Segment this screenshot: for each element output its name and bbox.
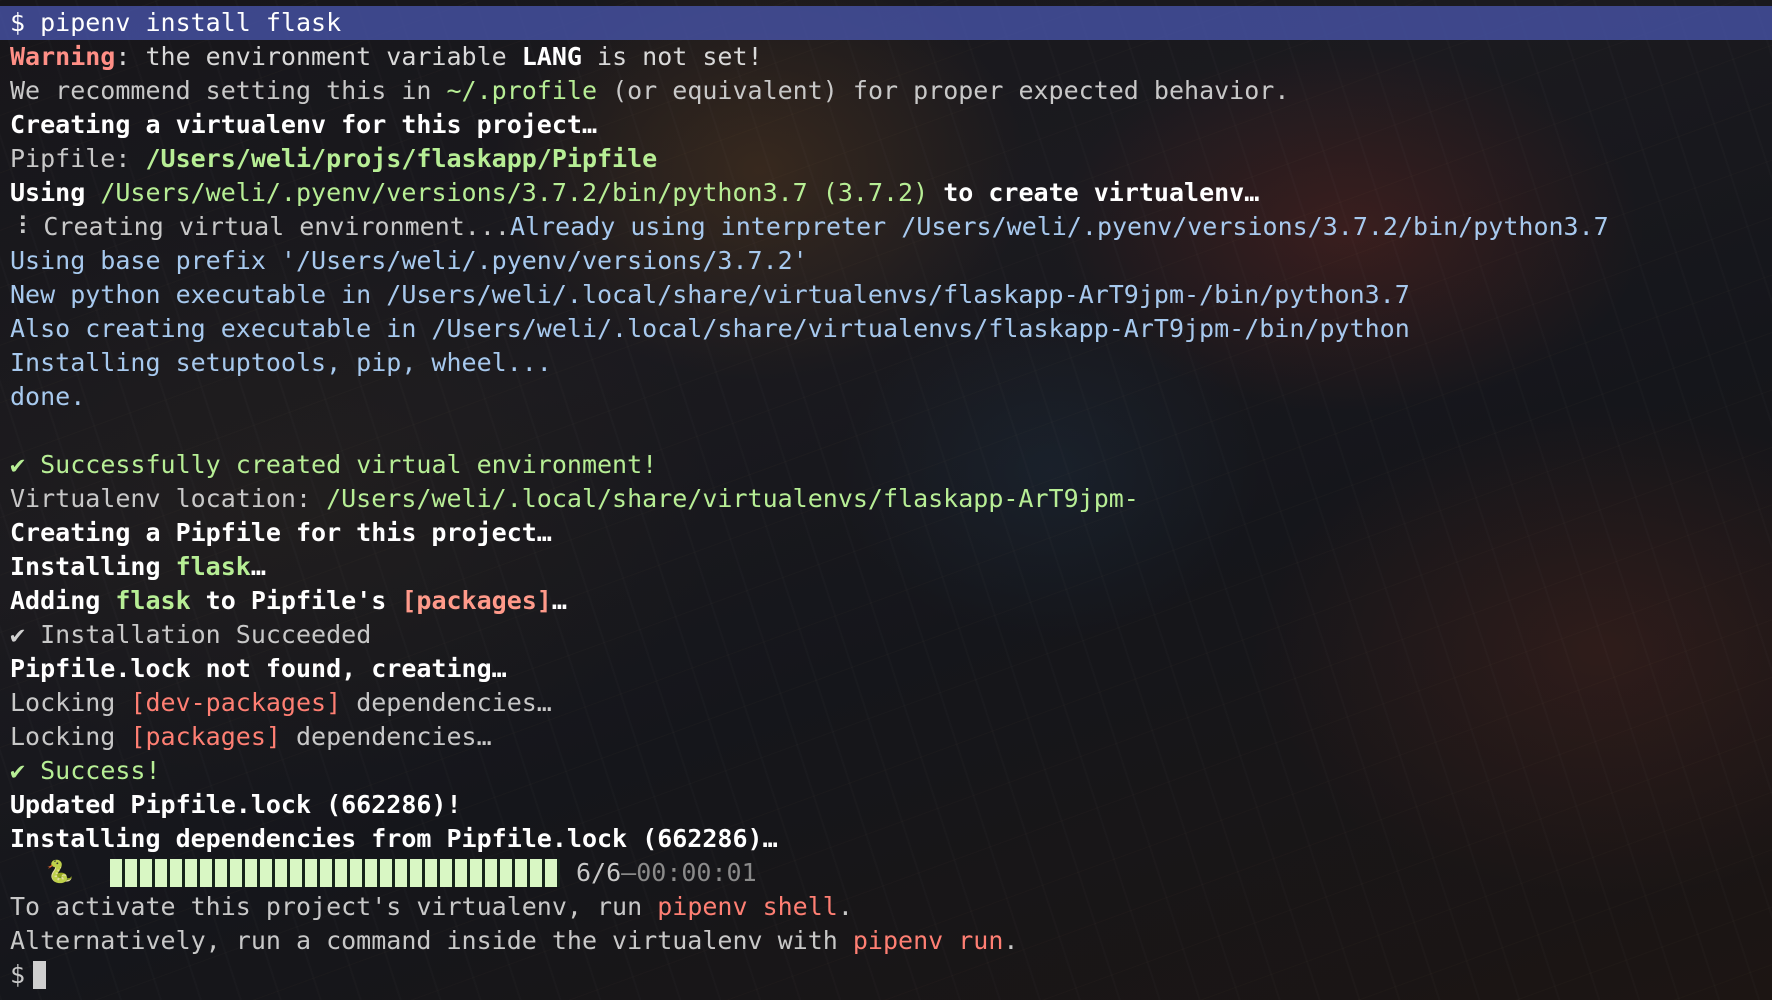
using-path: /Users/weli/.pyenv/versions/3.7.2/bin/py…	[100, 178, 808, 207]
success-created-line: ✔ Successfully created virtual environme…	[10, 448, 1772, 482]
locking-dev-line: Locking [dev-packages] dependencies…	[10, 686, 1772, 720]
locking-dev-after: dependencies…	[341, 688, 552, 717]
progress-count: 6/6	[576, 858, 622, 887]
adding-section: [packages]	[401, 586, 552, 615]
install-succeeded-text: Installation Succeeded	[25, 620, 372, 649]
adding-pkg: flask	[115, 586, 191, 615]
success-text: Success!	[25, 756, 161, 785]
using-python-line: Using /Users/weli/.pyenv/versions/3.7.2/…	[10, 176, 1772, 210]
recommend-path: ~/.profile	[446, 76, 598, 105]
check-icon: ✔	[10, 756, 26, 785]
creating-venv-line: Creating a virtualenv for this project…	[10, 110, 597, 139]
snake-icon: 🐍	[46, 860, 74, 885]
install-succeeded-line: ✔ Installation Succeeded	[10, 618, 1772, 652]
installing-flask-pkg: flask	[175, 552, 251, 581]
recommend-before: We recommend setting this in	[10, 76, 447, 105]
creating-env-text: Creating virtual environment...	[28, 212, 510, 241]
warning-var: LANG	[521, 42, 582, 71]
progress-bar	[110, 859, 560, 887]
check-icon: ✔	[10, 620, 26, 649]
already-using-text: Already using interpreter /Users/weli/.p…	[509, 212, 1609, 241]
alternatively-cmd: pipenv run	[852, 926, 1004, 955]
command-line: $ pipenv install flask	[0, 6, 1772, 40]
pipfile-path: /Users/weli/projs/flaskapp/Pipfile	[145, 144, 658, 173]
warning-text-before: : the environment variable	[115, 42, 522, 71]
pipfile-line: Pipfile: /Users/weli/projs/flaskapp/Pipf…	[10, 142, 1772, 176]
activate-after: .	[837, 892, 853, 921]
spinner-icon: ⠸	[10, 212, 29, 241]
installing-setuptools-line: Installing setuptools, pip, wheel...	[10, 348, 552, 377]
using-version: (3.7.2)	[807, 178, 929, 207]
progress-line: 🐍 6/6 – 00:00:01	[10, 856, 1772, 890]
base-prefix-line: Using base prefix '/Users/weli/.pyenv/ve…	[10, 246, 808, 275]
pipfile-label: Pipfile:	[10, 144, 146, 173]
adding-flask-line: Adding flask to Pipfile's [packages]…	[10, 584, 1772, 618]
locking-dev-section: [dev-packages]	[130, 688, 342, 717]
alternatively-line: Alternatively, run a command inside the …	[10, 924, 1772, 958]
locking-packages-after: dependencies…	[280, 722, 492, 751]
locking-packages-label: Locking	[10, 722, 131, 751]
adding-label: Adding	[10, 586, 116, 615]
prompt-symbol: $	[10, 960, 26, 989]
success-line: ✔ Success!	[10, 754, 1772, 788]
installing-flask-line: Installing flask…	[10, 550, 1772, 584]
text-cursor[interactable]	[33, 961, 47, 989]
installing-deps-line: Installing dependencies from Pipfile.loc…	[10, 824, 778, 853]
venv-location-path: /Users/weli/.local/share/virtualenvs/fla…	[326, 484, 1139, 513]
adding-after: …	[551, 586, 567, 615]
venv-location-label: Virtualenv location:	[10, 484, 327, 513]
activate-before: To activate this project's virtualenv, r…	[10, 892, 658, 921]
command-text: $ pipenv install flask	[10, 8, 342, 37]
lock-not-found-line: Pipfile.lock not found, creating…	[10, 654, 507, 683]
locking-dev-label: Locking	[10, 688, 131, 717]
locking-packages-line: Locking [packages] dependencies…	[10, 720, 1772, 754]
locking-packages-section: [packages]	[130, 722, 281, 751]
adding-middle: to Pipfile's	[190, 586, 402, 615]
progress-bar-fill	[110, 859, 560, 887]
installing-flask-label: Installing	[10, 552, 176, 581]
recommend-line: We recommend setting this in ~/.profile …	[10, 74, 1772, 108]
using-label: Using	[10, 178, 101, 207]
warning-text-after: is not set!	[581, 42, 763, 71]
progress-elapsed: 00:00:01	[636, 858, 757, 887]
venv-location-line: Virtualenv location: /Users/weli/.local/…	[10, 482, 1772, 516]
updated-lock-line: Updated Pipfile.lock (662286)!	[10, 790, 462, 819]
terminal-output: $ pipenv install flask Warning: the envi…	[0, 6, 1772, 992]
warning-line: Warning: the environment variable LANG i…	[10, 40, 1772, 74]
prompt-line[interactable]: $	[10, 958, 1772, 992]
activate-cmd: pipenv shell	[657, 892, 838, 921]
activate-line: To activate this project's virtualenv, r…	[10, 890, 1772, 924]
done-line: done.	[10, 382, 86, 411]
installing-flask-after: …	[250, 552, 266, 581]
recommend-after: (or equivalent) for proper expected beha…	[597, 76, 1290, 105]
new-python-line: New python executable in /Users/weli/.lo…	[10, 280, 1410, 309]
terminal-window[interactable]: $ pipenv install flask Warning: the envi…	[0, 0, 1772, 1000]
alternatively-after: .	[1003, 926, 1019, 955]
alternatively-before: Alternatively, run a command inside the …	[10, 926, 853, 955]
progress-separator: –	[621, 858, 637, 887]
creating-env-line: ⠸ Creating virtual environment...Already…	[10, 210, 1772, 244]
using-after: to create virtualenv…	[928, 178, 1260, 207]
warning-label: Warning	[10, 42, 116, 71]
check-icon: ✔	[10, 450, 26, 479]
also-creating-line: Also creating executable in /Users/weli/…	[10, 314, 1410, 343]
creating-pipfile-line: Creating a Pipfile for this project…	[10, 518, 552, 547]
success-created-text: Successfully created virtual environment…	[25, 450, 658, 479]
